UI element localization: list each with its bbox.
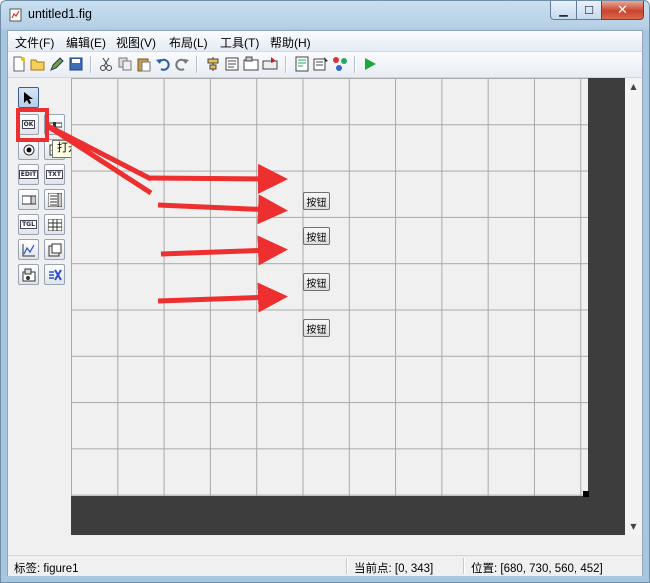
menu-file[interactable]: 文件(F) bbox=[15, 34, 54, 51]
figure-file-icon bbox=[9, 8, 22, 22]
popup-menu-tool[interactable] bbox=[18, 189, 39, 210]
close-button[interactable]: ✕ bbox=[601, 1, 644, 20]
listbox-tool[interactable] bbox=[44, 189, 65, 210]
activex-icon bbox=[48, 268, 62, 281]
static-text-tool[interactable]: TXT bbox=[44, 164, 65, 185]
toolbar-separator bbox=[285, 56, 287, 73]
status-divider bbox=[346, 558, 348, 574]
vertical-scrollbar[interactable]: ▲ ▼ bbox=[625, 78, 642, 535]
listbox-icon bbox=[47, 192, 62, 207]
menu-bar: 文件(F) 编辑(E) 视图(V) 布局(L) 工具(T) 帮助(H) bbox=[8, 31, 642, 52]
toggle-button-icon: TGL bbox=[20, 220, 37, 229]
canvas-margin-bottom bbox=[71, 496, 625, 535]
guide-window: untitled1.fig ▁ ☐ ✕ 文件(F) 编辑(E) 视图(V) 布局… bbox=[0, 0, 650, 583]
slider-icon bbox=[47, 121, 62, 128]
scroll-down-icon[interactable]: ▼ bbox=[625, 518, 642, 535]
status-current-point: 当前点: [0, 343] bbox=[354, 563, 434, 575]
undo-icon[interactable] bbox=[155, 56, 171, 72]
panel-tool[interactable] bbox=[44, 239, 65, 260]
client-area: 文件(F) 编辑(E) 视图(V) 布局(L) 工具(T) 帮助(H) OK E… bbox=[7, 30, 643, 576]
copy-icon[interactable] bbox=[117, 56, 133, 72]
toolbar bbox=[8, 52, 642, 78]
editor-icon[interactable] bbox=[294, 56, 310, 72]
window-title: untitled1.fig bbox=[28, 7, 92, 21]
status-tag: 标签: figure1 bbox=[14, 563, 79, 575]
toolbar-editor-icon[interactable] bbox=[262, 56, 278, 72]
toggle-button-tool[interactable]: TGL bbox=[18, 214, 39, 235]
menu-help[interactable]: 帮助(H) bbox=[270, 34, 311, 51]
panel-icon bbox=[48, 243, 61, 256]
status-divider bbox=[463, 558, 465, 574]
open-icon[interactable] bbox=[30, 56, 46, 72]
toolbar-separator bbox=[90, 56, 92, 73]
popup-menu-icon bbox=[21, 195, 36, 204]
status-position: 位置: [680, 730, 560, 452] bbox=[471, 563, 603, 575]
maximize-icon: ☐ bbox=[584, 3, 594, 17]
menu-editor-icon[interactable] bbox=[224, 56, 240, 72]
scroll-up-icon[interactable]: ▲ bbox=[625, 78, 642, 95]
align-icon[interactable] bbox=[205, 56, 221, 72]
gui-push-button[interactable]: 按钮 bbox=[303, 227, 330, 245]
redo-icon[interactable] bbox=[174, 56, 190, 72]
layout-canvas[interactable]: 按钮 按钮 按钮 按钮 bbox=[71, 78, 588, 496]
menu-view[interactable]: 视图(V) bbox=[116, 34, 156, 51]
minimize-icon: ▁ bbox=[559, 3, 568, 17]
edit-icon[interactable] bbox=[49, 56, 65, 72]
maximize-button[interactable]: ☐ bbox=[576, 1, 602, 20]
edit-text-icon: EDIT bbox=[18, 170, 39, 179]
title-bar[interactable]: untitled1.fig ▁ ☐ ✕ bbox=[1, 1, 649, 30]
annotation-highlight-box bbox=[16, 108, 49, 142]
radio-button-tool[interactable] bbox=[18, 139, 39, 160]
cut-icon[interactable] bbox=[98, 56, 114, 72]
minimize-button[interactable]: ▁ bbox=[550, 1, 577, 20]
toolbar-separator bbox=[196, 56, 198, 73]
radio-button-icon bbox=[23, 144, 34, 155]
static-text-icon: TXT bbox=[46, 170, 63, 179]
button-group-tool[interactable] bbox=[18, 264, 39, 285]
object-browser-icon[interactable] bbox=[332, 56, 348, 72]
menu-layout[interactable]: 布局(L) bbox=[169, 34, 208, 51]
menu-edit[interactable]: 编辑(E) bbox=[66, 34, 106, 51]
gui-push-button[interactable]: 按钮 bbox=[303, 319, 330, 337]
axes-tool[interactable] bbox=[18, 239, 39, 260]
gui-push-button[interactable]: 按钮 bbox=[303, 273, 330, 291]
figure-resize-handle[interactable] bbox=[583, 491, 589, 497]
status-bar: 标签: figure1 当前点: [0, 343] 位置: [680, 730,… bbox=[8, 555, 642, 576]
button-group-icon bbox=[22, 268, 35, 281]
component-palette: OK EDIT TXT TGL 打开 bbox=[8, 78, 127, 558]
paste-icon[interactable] bbox=[136, 56, 152, 72]
close-icon: ✕ bbox=[617, 2, 628, 18]
property-inspector-icon[interactable] bbox=[313, 56, 329, 72]
toolbar-separator bbox=[354, 56, 356, 73]
cursor-arrow-icon bbox=[23, 91, 33, 104]
menu-tools[interactable]: 工具(T) bbox=[220, 34, 259, 51]
canvas-margin-right bbox=[588, 78, 625, 535]
table-icon bbox=[47, 218, 62, 231]
gui-push-button[interactable]: 按钮 bbox=[303, 192, 330, 210]
run-icon[interactable] bbox=[362, 56, 378, 72]
activex-tool[interactable] bbox=[44, 264, 65, 285]
table-tool[interactable] bbox=[44, 214, 65, 235]
edit-text-tool[interactable]: EDIT bbox=[18, 164, 39, 185]
axes-icon bbox=[22, 243, 35, 256]
save-icon[interactable] bbox=[68, 56, 84, 72]
new-icon[interactable] bbox=[11, 56, 27, 72]
select-tool[interactable] bbox=[18, 87, 39, 108]
tab-order-icon[interactable] bbox=[243, 56, 259, 72]
